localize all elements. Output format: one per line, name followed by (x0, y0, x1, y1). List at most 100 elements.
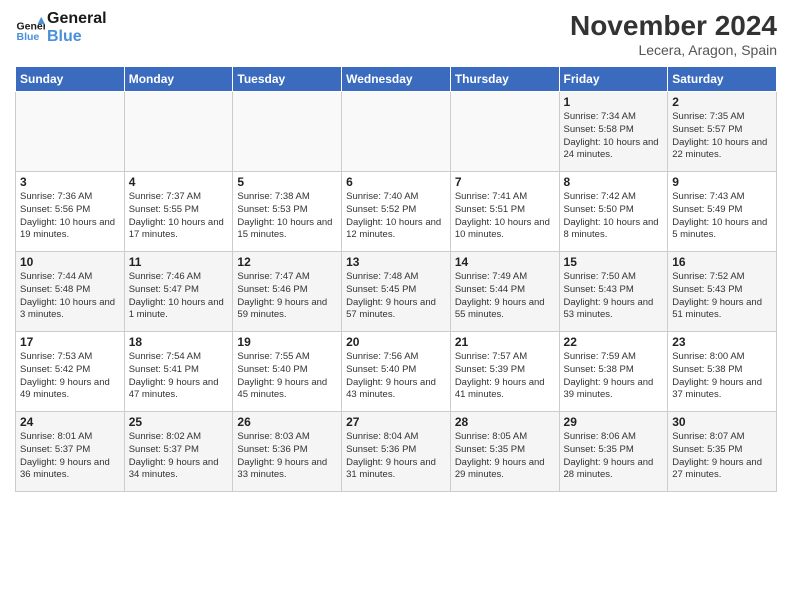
calendar-cell: 29 Sunrise: 8:06 AM Sunset: 5:35 PM Dayli… (559, 412, 668, 492)
calendar-cell: 9 Sunrise: 7:43 AM Sunset: 5:49 PM Daylig… (668, 172, 777, 252)
calendar-cell: 26Sunrise: 8:03 AM Sunset: 5:36 PM Dayli… (233, 412, 342, 492)
day-detail: Sunrise: 7:52 AM Sunset: 5:43 PM Dayligh… (672, 271, 772, 322)
header: General Blue General Blue November 2024 … (15, 10, 777, 58)
calendar-cell: 2 Sunrise: 7:35 AM Sunset: 5:57 PM Daylig… (668, 92, 777, 172)
day-detail: Sunrise: 8:01 AM Sunset: 5:37 PM Dayligh… (20, 431, 120, 482)
day-number: 8 (564, 175, 664, 189)
day-number: 4 (129, 175, 229, 189)
calendar-cell (450, 92, 559, 172)
day-detail: Sunrise: 8:07 AM Sunset: 5:35 PM Dayligh… (672, 431, 772, 482)
day-detail: Sunrise: 7:47 AM Sunset: 5:46 PM Dayligh… (237, 271, 337, 322)
day-number: 9 (672, 175, 772, 189)
weekday-header-tuesday: Tuesday (233, 67, 342, 92)
page-container: General Blue General Blue November 2024 … (0, 0, 792, 502)
day-detail: Sunrise: 7:42 AM Sunset: 5:50 PM Dayligh… (564, 191, 664, 242)
day-detail: Sunrise: 7:44 AM Sunset: 5:48 PM Dayligh… (20, 271, 120, 322)
weekday-header-thursday: Thursday (450, 67, 559, 92)
day-detail: Sunrise: 7:50 AM Sunset: 5:43 PM Dayligh… (564, 271, 664, 322)
day-number: 1 (564, 95, 664, 109)
weekday-header-friday: Friday (559, 67, 668, 92)
week-row-5: 24 Sunrise: 8:01 AM Sunset: 5:37 PM Dayli… (16, 412, 777, 492)
logo-general: General (47, 10, 107, 28)
logo-icon: General Blue (15, 13, 45, 43)
calendar-cell (233, 92, 342, 172)
week-row-2: 3 Sunrise: 7:36 AM Sunset: 5:56 PM Daylig… (16, 172, 777, 252)
day-number: 29 (564, 415, 664, 429)
day-number: 14 (455, 255, 555, 269)
calendar-cell: 23 Sunrise: 8:00 AM Sunset: 5:38 PM Dayli… (668, 332, 777, 412)
day-detail: Sunrise: 7:43 AM Sunset: 5:49 PM Dayligh… (672, 191, 772, 242)
day-number: 22 (564, 335, 664, 349)
day-detail: Sunrise: 8:04 AM Sunset: 5:36 PM Dayligh… (346, 431, 446, 482)
day-detail: Sunrise: 7:36 AM Sunset: 5:56 PM Dayligh… (20, 191, 120, 242)
calendar-cell: 22 Sunrise: 7:59 AM Sunset: 5:38 PM Dayli… (559, 332, 668, 412)
day-detail: Sunrise: 7:40 AM Sunset: 5:52 PM Dayligh… (346, 191, 446, 242)
calendar-cell: 25 Sunrise: 8:02 AM Sunset: 5:37 PM Dayli… (124, 412, 233, 492)
calendar-cell (342, 92, 451, 172)
calendar-cell: 15 Sunrise: 7:50 AM Sunset: 5:43 PM Dayli… (559, 252, 668, 332)
day-detail: Sunrise: 8:00 AM Sunset: 5:38 PM Dayligh… (672, 351, 772, 402)
day-detail: Sunrise: 8:06 AM Sunset: 5:35 PM Dayligh… (564, 431, 664, 482)
weekday-header-sunday: Sunday (16, 67, 125, 92)
week-row-1: 1 Sunrise: 7:34 AM Sunset: 5:58 PM Daylig… (16, 92, 777, 172)
day-number: 26 (237, 415, 337, 429)
calendar-cell: 14Sunrise: 7:49 AM Sunset: 5:44 PM Dayli… (450, 252, 559, 332)
calendar-cell: 12 Sunrise: 7:47 AM Sunset: 5:46 PM Dayli… (233, 252, 342, 332)
calendar-cell: 7Sunrise: 7:41 AM Sunset: 5:51 PM Daylig… (450, 172, 559, 252)
calendar-cell: 19Sunrise: 7:55 AM Sunset: 5:40 PM Dayli… (233, 332, 342, 412)
calendar-cell (16, 92, 125, 172)
weekday-header-wednesday: Wednesday (342, 67, 451, 92)
day-number: 7 (455, 175, 555, 189)
day-number: 11 (129, 255, 229, 269)
day-detail: Sunrise: 7:56 AM Sunset: 5:40 PM Dayligh… (346, 351, 446, 402)
calendar-table: SundayMondayTuesdayWednesdayThursdayFrid… (15, 66, 777, 492)
logo-blue: Blue (47, 28, 107, 46)
calendar-cell: 11 Sunrise: 7:46 AM Sunset: 5:47 PM Dayli… (124, 252, 233, 332)
calendar-cell: 5Sunrise: 7:38 AM Sunset: 5:53 PM Daylig… (233, 172, 342, 252)
calendar-cell: 10Sunrise: 7:44 AM Sunset: 5:48 PM Dayli… (16, 252, 125, 332)
weekday-header-saturday: Saturday (668, 67, 777, 92)
day-number: 28 (455, 415, 555, 429)
calendar-cell: 27 Sunrise: 8:04 AM Sunset: 5:36 PM Dayli… (342, 412, 451, 492)
day-detail: Sunrise: 8:02 AM Sunset: 5:37 PM Dayligh… (129, 431, 229, 482)
calendar-cell: 1 Sunrise: 7:34 AM Sunset: 5:58 PM Daylig… (559, 92, 668, 172)
calendar-cell: 20 Sunrise: 7:56 AM Sunset: 5:40 PM Dayli… (342, 332, 451, 412)
day-number: 12 (237, 255, 337, 269)
calendar-cell: 17Sunrise: 7:53 AM Sunset: 5:42 PM Dayli… (16, 332, 125, 412)
calendar-cell: 4Sunrise: 7:37 AM Sunset: 5:55 PM Daylig… (124, 172, 233, 252)
day-number: 6 (346, 175, 446, 189)
week-row-3: 10Sunrise: 7:44 AM Sunset: 5:48 PM Dayli… (16, 252, 777, 332)
calendar-cell: 8 Sunrise: 7:42 AM Sunset: 5:50 PM Daylig… (559, 172, 668, 252)
calendar-cell: 21 Sunrise: 7:57 AM Sunset: 5:39 PM Dayli… (450, 332, 559, 412)
day-detail: Sunrise: 7:46 AM Sunset: 5:47 PM Dayligh… (129, 271, 229, 322)
day-detail: Sunrise: 7:57 AM Sunset: 5:39 PM Dayligh… (455, 351, 555, 402)
day-number: 13 (346, 255, 446, 269)
day-number: 25 (129, 415, 229, 429)
day-detail: Sunrise: 7:59 AM Sunset: 5:38 PM Dayligh… (564, 351, 664, 402)
day-detail: Sunrise: 7:53 AM Sunset: 5:42 PM Dayligh… (20, 351, 120, 402)
day-number: 27 (346, 415, 446, 429)
calendar-cell: 6 Sunrise: 7:40 AM Sunset: 5:52 PM Daylig… (342, 172, 451, 252)
day-number: 23 (672, 335, 772, 349)
day-detail: Sunrise: 8:05 AM Sunset: 5:35 PM Dayligh… (455, 431, 555, 482)
calendar-cell: 13Sunrise: 7:48 AM Sunset: 5:45 PM Dayli… (342, 252, 451, 332)
day-number: 21 (455, 335, 555, 349)
day-number: 24 (20, 415, 120, 429)
day-number: 18 (129, 335, 229, 349)
day-number: 5 (237, 175, 337, 189)
day-number: 2 (672, 95, 772, 109)
day-number: 15 (564, 255, 664, 269)
svg-text:Blue: Blue (17, 31, 40, 43)
calendar-cell: 16Sunrise: 7:52 AM Sunset: 5:43 PM Dayli… (668, 252, 777, 332)
location: Lecera, Aragon, Spain (570, 42, 777, 58)
day-number: 19 (237, 335, 337, 349)
day-detail: Sunrise: 7:35 AM Sunset: 5:57 PM Dayligh… (672, 111, 772, 162)
calendar-cell: 28 Sunrise: 8:05 AM Sunset: 5:35 PM Dayli… (450, 412, 559, 492)
day-number: 20 (346, 335, 446, 349)
calendar-cell: 30Sunrise: 8:07 AM Sunset: 5:35 PM Dayli… (668, 412, 777, 492)
week-row-4: 17Sunrise: 7:53 AM Sunset: 5:42 PM Dayli… (16, 332, 777, 412)
day-number: 3 (20, 175, 120, 189)
calendar-cell: 3 Sunrise: 7:36 AM Sunset: 5:56 PM Daylig… (16, 172, 125, 252)
day-detail: Sunrise: 7:34 AM Sunset: 5:58 PM Dayligh… (564, 111, 664, 162)
logo: General Blue General Blue (15, 10, 107, 45)
